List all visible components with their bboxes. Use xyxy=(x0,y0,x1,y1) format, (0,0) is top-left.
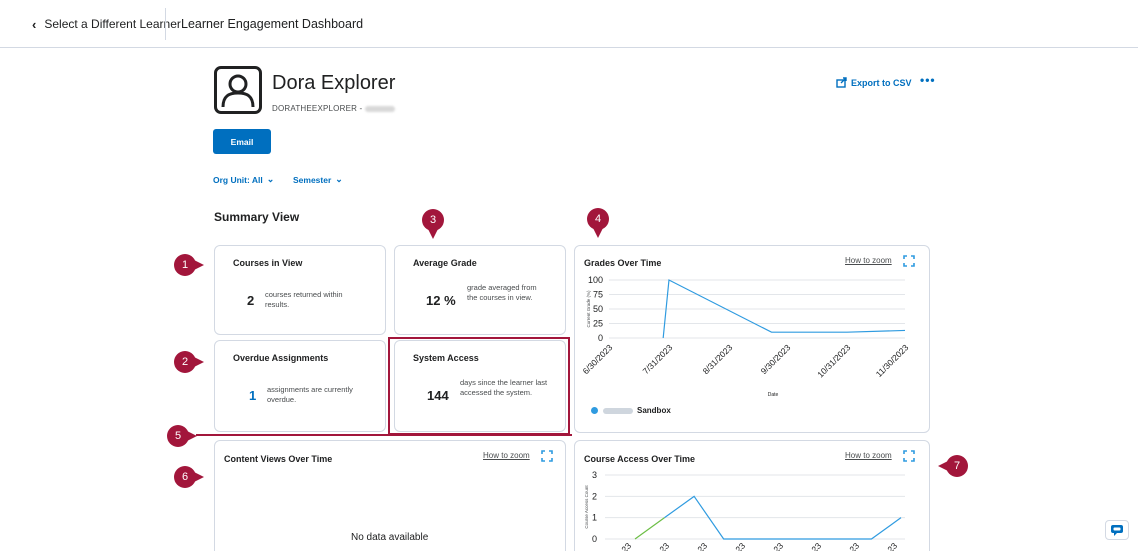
courses-in-view-card[interactable]: Courses in View 2 courses returned withi… xyxy=(214,245,386,335)
overdue-count[interactable]: 1 xyxy=(249,388,256,403)
content-views-title: Content Views Over Time xyxy=(224,454,333,464)
x-tick-label-partial: 23 xyxy=(771,540,785,551)
more-options-button[interactable]: ••• xyxy=(920,73,936,87)
average-grade-value: 12 % xyxy=(426,293,456,308)
y-tick-label: 75 xyxy=(593,290,603,300)
average-grade-card[interactable]: Average Grade 12 % grade averaged from t… xyxy=(394,245,566,335)
callout-marker-5: 5 xyxy=(167,425,197,447)
y-axis-label: Course Access Count xyxy=(584,485,589,529)
back-label: Select a Different Learner xyxy=(44,17,181,31)
org-unit-filter[interactable]: Org Unit: All ⌄ xyxy=(213,174,274,185)
how-to-zoom-link[interactable]: How to zoom xyxy=(483,451,530,460)
callout-marker-3: 3 xyxy=(422,209,444,239)
course-access-line-chart: 0123Course Access Count23 23 23 23 23 23 23 23 xyxy=(584,470,905,551)
overdue-assignments-card[interactable]: Overdue Assignments 1 assignments are cu… xyxy=(214,340,386,432)
expand-icon[interactable] xyxy=(903,450,915,462)
learner-name: Dora Explorer xyxy=(272,72,396,94)
x-tick-label-partial: 23 xyxy=(657,540,671,551)
x-tick-label: 6/30/2023 xyxy=(581,342,615,376)
grades-line-chart: 0 25 50 75 100 Current Grade (%) 6/30/2023 7/31… xyxy=(581,275,911,398)
x-tick-label-partial: 23 xyxy=(847,540,861,551)
redacted-course-name xyxy=(603,407,633,414)
top-bar: ‹ Select a Different Learner Learner Eng… xyxy=(0,0,1138,48)
y-tick-label: 25 xyxy=(593,319,603,329)
x-tick-label-partial: 23 xyxy=(619,540,633,551)
x-tick-label-partial: 23 xyxy=(733,540,747,551)
x-tick-label-partial: 23 xyxy=(695,540,709,551)
select-different-learner-link[interactable]: ‹ Select a Different Learner xyxy=(32,0,181,48)
page-title: Learner Engagement Dashboard xyxy=(181,17,364,31)
y-tick-label: 0 xyxy=(598,333,603,343)
x-tick-label: 8/31/2023 xyxy=(701,342,735,376)
callout-marker-6: 6 xyxy=(174,466,204,488)
chat-button[interactable] xyxy=(1105,520,1129,540)
courses-count: 2 xyxy=(247,293,255,308)
courses-desc: courses returned within results. xyxy=(265,290,343,309)
course-access-card: Course Access Over Time How to zoom 0123… xyxy=(574,440,930,551)
course-access-title: Course Access Over Time xyxy=(584,454,696,464)
x-axis-label: Date xyxy=(768,392,779,398)
x-tick-label-partial: 23 xyxy=(809,540,823,551)
chevron-down-icon: ⌄ xyxy=(335,174,343,184)
y-tick-label: 3 xyxy=(592,470,597,480)
card-title: Courses in View xyxy=(233,258,303,268)
email-button[interactable]: Email xyxy=(213,129,271,154)
grades-legend[interactable]: Sandbox xyxy=(591,406,671,415)
y-tick-label: 2 xyxy=(592,491,597,501)
no-data-message: No data available xyxy=(351,532,429,543)
summary-view-heading: Summary View xyxy=(214,210,300,224)
semester-filter[interactable]: Semester ⌄ xyxy=(293,174,343,185)
x-tick-label: 7/31/2023 xyxy=(641,342,675,376)
topbar-divider xyxy=(165,8,166,40)
x-tick-label: 10/31/2023 xyxy=(815,342,852,379)
callout-line xyxy=(196,434,572,436)
callout-marker-7: 7 xyxy=(938,455,968,477)
grades-over-time-card: Grades Over Time How to zoom 0 25 50 75 100 C… xyxy=(574,245,930,433)
y-tick-label: 1 xyxy=(592,513,597,523)
callout-marker-2: 2 xyxy=(174,351,204,373)
grade-desc: grade averaged from the courses in view. xyxy=(467,283,537,302)
semester-label: Semester xyxy=(293,174,332,185)
highlight-box xyxy=(388,337,570,435)
expand-icon[interactable] xyxy=(903,255,915,267)
x-tick-label: 11/30/2023 xyxy=(874,342,911,379)
callout-marker-1: 1 xyxy=(174,254,204,276)
redacted-id xyxy=(365,105,396,112)
export-icon xyxy=(836,77,847,88)
chat-icon xyxy=(1111,525,1123,536)
callout-marker-4: 4 xyxy=(587,208,609,238)
content-views-card: Content Views Over Time How to zoom No d… xyxy=(214,440,566,551)
grades-chart-title: Grades Over Time xyxy=(584,258,662,268)
user-silhouette-icon xyxy=(221,74,255,108)
x-tick-label-partial: 23 xyxy=(885,540,899,551)
avatar xyxy=(214,66,262,114)
x-tick-label: 9/30/2023 xyxy=(759,342,793,376)
card-title: Overdue Assignments xyxy=(233,353,329,363)
export-csv-link[interactable]: Export to CSV xyxy=(836,77,912,88)
how-to-zoom-link[interactable]: How to zoom xyxy=(845,256,892,265)
org-unit-label: Org Unit: All xyxy=(213,174,263,185)
overdue-desc: assignments are currently overdue. xyxy=(267,385,353,404)
export-label: Export to CSV xyxy=(851,77,912,88)
y-axis-label: Current Grade (%) xyxy=(586,290,591,328)
y-tick-label: 50 xyxy=(593,304,603,314)
y-tick-label: 0 xyxy=(592,534,597,544)
legend-label: Sandbox xyxy=(637,406,671,415)
expand-icon[interactable] xyxy=(541,450,553,462)
how-to-zoom-link[interactable]: How to zoom xyxy=(845,451,892,460)
series-segment-green xyxy=(634,517,665,540)
chevron-down-icon: ⌄ xyxy=(266,174,275,184)
legend-dot xyxy=(591,407,598,414)
learner-username: DORATHEEXPLORER - xyxy=(272,104,396,113)
card-title: Average Grade xyxy=(413,258,477,268)
y-tick-label: 100 xyxy=(588,275,603,285)
username-text: DORATHEEXPLORER - xyxy=(272,104,363,113)
chevron-left-icon: ‹ xyxy=(32,16,37,32)
